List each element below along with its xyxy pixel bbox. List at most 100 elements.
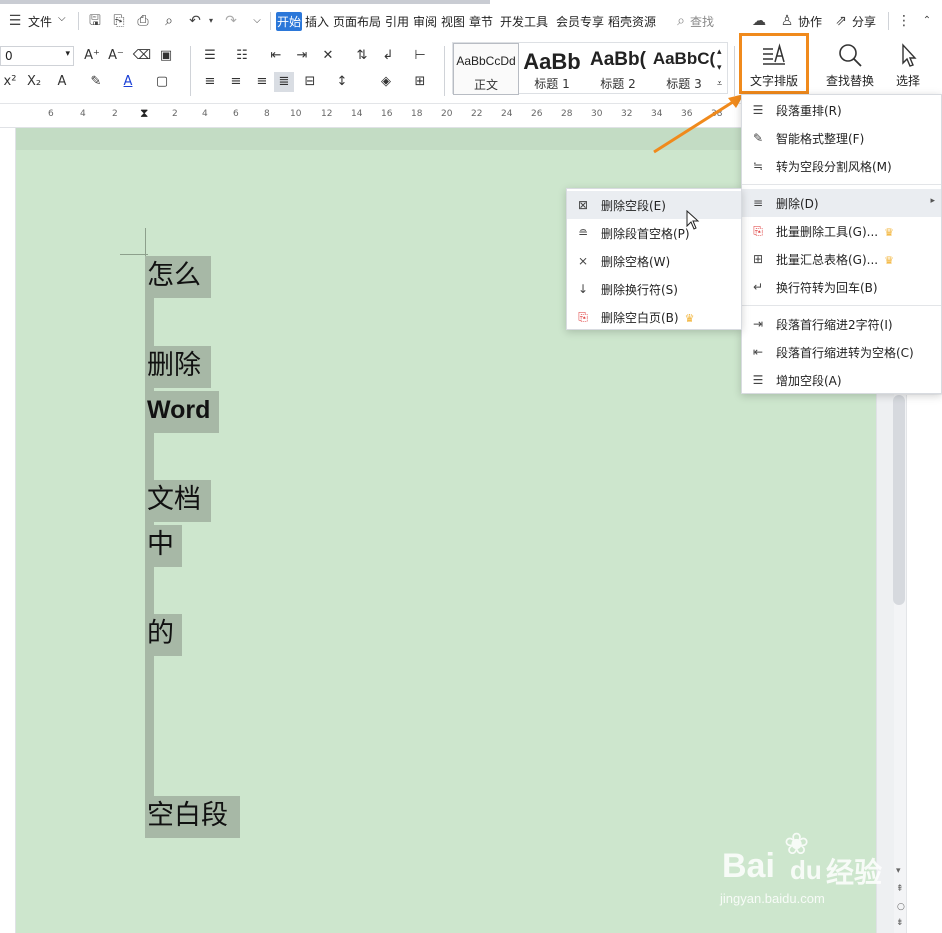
undo-dropdown-icon[interactable]: ▾ xyxy=(202,12,220,30)
select-browse-object-icon[interactable]: ○ xyxy=(897,902,905,912)
gallery-expand-icon[interactable]: ⩡ xyxy=(717,79,722,89)
align-right-icon[interactable]: ≡ xyxy=(252,72,272,92)
distributed-align-icon[interactable]: ⊟ xyxy=(300,72,320,92)
scrollbar-thumb[interactable] xyxy=(893,395,905,605)
menu-item-delete-leading-space[interactable]: ≘ 删除段首空格(P) xyxy=(567,219,741,247)
grow-font-icon[interactable]: A⁺ xyxy=(82,46,102,66)
find-replace-button[interactable]: 查找替换 xyxy=(818,42,882,89)
ruler-number: 10 xyxy=(290,109,302,119)
bullet-list-icon[interactable]: ☰ xyxy=(200,46,220,66)
decrease-indent-icon[interactable]: ⇤ xyxy=(266,46,286,66)
clear-format-icon[interactable]: ⌫ xyxy=(132,46,152,66)
indent-marker-icon[interactable]: ⧗ xyxy=(140,106,148,121)
menu-item-paragraph-reflow[interactable]: ☰ 段落重排(R) xyxy=(742,96,941,124)
save-icon[interactable]: 🖫 xyxy=(86,12,104,30)
gallery-scroll-down-icon[interactable]: ▾ xyxy=(717,63,722,73)
menu-item-delete-space[interactable]: ⨯ 删除空格(W) xyxy=(567,247,741,275)
document-line[interactable]: 中 xyxy=(145,525,182,567)
ruler-number: 30 xyxy=(591,109,603,119)
side-panel xyxy=(906,395,942,933)
chevron-down-icon[interactable]: ⌵ xyxy=(58,13,66,24)
align-left-icon[interactable]: ≡ xyxy=(200,72,220,92)
sort-icon[interactable]: ⇅ xyxy=(352,46,372,66)
tab-references[interactable]: 引用 xyxy=(384,12,410,31)
text-layout-menu: ☰ 段落重排(R) ✎ 智能格式整理(F) ≒ 转为空段分割风格(M) ≡ 删除… xyxy=(741,94,942,394)
character-border-icon[interactable]: ▢ xyxy=(152,72,172,92)
collaborate-button[interactable]: 协作 xyxy=(798,13,822,30)
style-normal[interactable]: AaBbCcDd 正文 xyxy=(453,43,519,95)
tab-chapter[interactable]: 章节 xyxy=(468,12,494,31)
tab-home[interactable]: 开始 xyxy=(276,12,303,31)
tab-review[interactable]: 审阅 xyxy=(412,12,438,31)
numbered-list-icon[interactable]: ☷ xyxy=(232,46,252,66)
redo-icon[interactable]: ↷ xyxy=(222,12,240,30)
align-center-icon[interactable]: ≡ xyxy=(226,72,246,92)
menu-item-delete-blank-paragraph[interactable]: ⊠ 删除空段(E) xyxy=(567,191,741,219)
hamburger-menu-icon[interactable]: ☰ xyxy=(6,12,24,30)
share-icon[interactable]: ⇗ xyxy=(832,12,850,30)
style-heading-3[interactable]: AaBbC( 标题 3 xyxy=(651,43,717,95)
font-color-icon[interactable]: A xyxy=(118,72,138,92)
search-command[interactable]: 查找 xyxy=(690,13,714,30)
collapse-ribbon-icon[interactable]: ⌃ xyxy=(918,12,936,30)
more-options-icon[interactable]: ⋮ xyxy=(895,12,913,30)
tab-docer[interactable]: 稻壳资源 xyxy=(607,12,657,31)
subscript-icon[interactable]: X₂ xyxy=(24,72,44,92)
chinese-layout-icon[interactable]: ✕ xyxy=(318,46,338,66)
text-effect-icon[interactable]: A xyxy=(52,72,72,92)
document-line[interactable]: 删除 xyxy=(145,346,211,388)
phonetic-guide-icon[interactable]: ▣ xyxy=(156,46,176,66)
tab-member[interactable]: 会员专享 xyxy=(555,12,605,31)
file-menu[interactable]: 文件 xyxy=(28,13,52,30)
shading-icon[interactable]: ◈ xyxy=(376,72,396,92)
style-label: 标题 1 xyxy=(534,77,570,91)
shrink-font-icon[interactable]: A⁻ xyxy=(106,46,126,66)
menu-item-smart-format[interactable]: ✎ 智能格式整理(F) xyxy=(742,124,941,152)
menu-item-indent-2-chars[interactable]: ⇥ 段落首行缩进2字符(I) xyxy=(742,310,941,338)
font-size-box[interactable]: 0 ▾ xyxy=(0,46,74,66)
style-heading-2[interactable]: AaBb( 标题 2 xyxy=(585,43,651,95)
print-preview-icon[interactable]: ⌕ xyxy=(160,12,178,30)
menu-item-add-blank-paragraph[interactable]: ☰ 增加空段(A) xyxy=(742,366,941,394)
menu-item-blank-paragraph-split[interactable]: ≒ 转为空段分割风格(M) xyxy=(742,152,941,180)
export-pdf-icon[interactable]: ⎘ xyxy=(110,12,128,30)
show-marks-icon[interactable]: ↲ xyxy=(378,46,398,66)
menu-item-line-break-to-enter[interactable]: ↵ 换行符转为回车(B) xyxy=(742,273,941,301)
menu-item-delete[interactable]: ≡ 删除(D) ▸ xyxy=(742,189,941,217)
gallery-scroll-up-icon[interactable]: ▴ xyxy=(717,47,722,57)
chevron-down-icon[interactable]: ▾ xyxy=(65,49,70,59)
menu-item-batch-delete[interactable]: ⎘ 批量删除工具(G)... ♛ xyxy=(742,217,941,245)
ruler-number: 16 xyxy=(381,109,393,119)
tab-view[interactable]: 视图 xyxy=(440,12,466,31)
increase-indent-icon[interactable]: ⇥ xyxy=(292,46,312,66)
document-line[interactable]: 的 xyxy=(145,614,182,656)
tab-developer[interactable]: 开发工具 xyxy=(499,12,549,31)
justify-icon[interactable]: ≣ xyxy=(274,72,294,92)
divider xyxy=(444,46,445,96)
tab-page-layout[interactable]: 页面布局 xyxy=(332,12,382,31)
customize-quick-access-icon[interactable]: ⌵ xyxy=(248,12,266,30)
document-line[interactable]: 空白段 xyxy=(145,796,240,838)
menu-item-indent-to-space[interactable]: ⇤ 段落首行缩进转为空格(C) xyxy=(742,338,941,366)
search-icon[interactable]: ⌕ xyxy=(672,12,690,30)
highlight-icon[interactable]: ✎ xyxy=(86,72,106,92)
superscript-icon[interactable]: x² xyxy=(0,72,20,92)
tab-stops-icon[interactable]: ⊢ xyxy=(410,46,430,66)
vertical-ruler[interactable] xyxy=(0,128,16,933)
menu-item-delete-line-break[interactable]: ↓ 删除换行符(S) xyxy=(567,275,741,303)
style-heading-1[interactable]: AaBb 标题 1 xyxy=(519,43,585,95)
next-page-icon[interactable]: ⇟ xyxy=(896,918,904,928)
tab-insert[interactable]: 插入 xyxy=(304,12,330,31)
menu-item-batch-table[interactable]: ⊞ 批量汇总表格(G)... ♛ xyxy=(742,245,941,273)
borders-icon[interactable]: ⊞ xyxy=(410,72,430,92)
share-button[interactable]: 分享 xyxy=(852,13,876,30)
print-icon[interactable]: ⎙ xyxy=(134,12,152,30)
line-spacing-icon[interactable]: ↕ xyxy=(332,72,352,92)
select-button[interactable]: 选择 xyxy=(886,42,930,89)
cloud-sync-icon[interactable]: ☁ xyxy=(750,12,768,30)
collaborate-icon[interactable]: ♙ xyxy=(778,12,796,30)
document-line[interactable]: 文档 xyxy=(145,480,211,522)
menu-item-delete-blank-page[interactable]: ⎘ 删除空白页(B) ♛ xyxy=(567,303,741,331)
document-line[interactable]: 怎么 xyxy=(145,256,211,298)
document-line[interactable]: Word xyxy=(145,391,219,433)
